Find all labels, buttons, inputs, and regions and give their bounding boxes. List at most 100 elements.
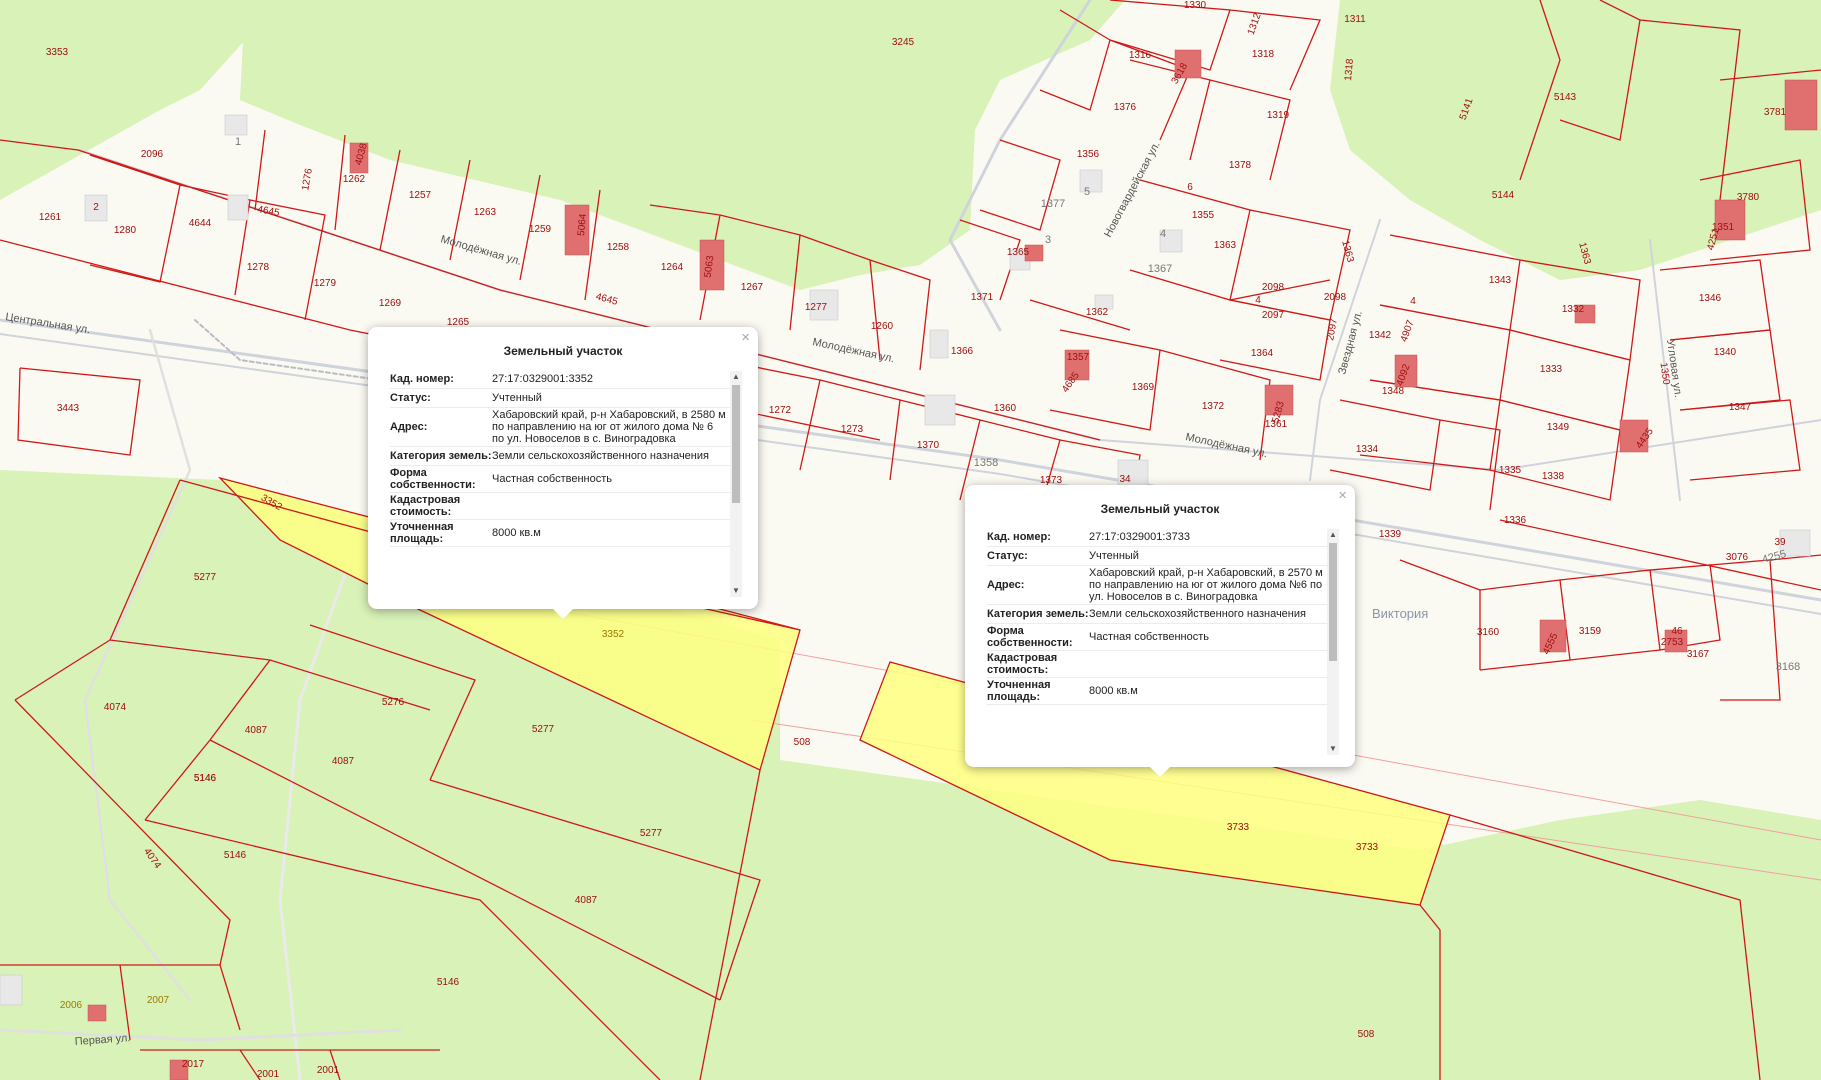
- parcel-label: 1348: [1382, 386, 1405, 397]
- street-molodezhnaya-label-2: Молодёжная ул.: [811, 336, 895, 365]
- scroll-thumb[interactable]: [732, 385, 740, 503]
- parcel-label: 6: [1187, 182, 1193, 193]
- parcel-label: 4: [1160, 228, 1166, 240]
- parcel-label: 1360: [994, 403, 1017, 414]
- close-icon[interactable]: ×: [1338, 488, 1347, 503]
- parcel-label: 39: [1774, 537, 1786, 548]
- green-areas: [0, 0, 1821, 1080]
- attr-row-area: Уточненная площадь: 8000 кв.м: [987, 678, 1331, 705]
- attr-row-address: Адрес: Хабаровский край, р-н Хабаровский,…: [987, 566, 1331, 605]
- parcel-label: 1367: [1148, 263, 1172, 275]
- parcel-label: 1259: [529, 224, 552, 235]
- parcel-label: 2098: [1324, 292, 1347, 303]
- attr-row-address: Адрес: Хабаровский край, р-н Хабаровский,…: [390, 408, 734, 447]
- parcel-label: 5143: [1554, 92, 1577, 103]
- parcel-label: 1377: [1041, 198, 1065, 210]
- parcel-label: 1369: [1132, 382, 1155, 393]
- attr-row-status: Статус: Учтенный: [987, 547, 1331, 566]
- attr-row-area: Уточненная площадь: 8000 кв.м: [390, 520, 734, 547]
- parcel-label: 1330: [1184, 0, 1207, 11]
- parcel-label: 1332: [1562, 304, 1585, 315]
- place-victoria-label: Виктория: [1372, 606, 1428, 621]
- popup-title: Земельный участок: [1100, 502, 1220, 516]
- parcel-label: 1340: [1714, 347, 1737, 358]
- attr-row-ownership: Форма собственности: Частная собственност…: [390, 466, 734, 493]
- parcel-label: 1319: [1267, 110, 1290, 121]
- street-novogvardeiskaya-label: Новогвардейская ул.: [1102, 140, 1163, 240]
- parcel-label: 1257: [409, 190, 432, 201]
- parcel-label: 4645: [257, 204, 281, 219]
- attr-row-land-category: Категория земель: Земли сельскохозяйствен…: [390, 447, 734, 466]
- parcel-label: 5146: [194, 773, 217, 784]
- attr-row-cad-cost: Кадастровая стоимость:: [390, 493, 734, 520]
- close-icon[interactable]: ×: [741, 330, 750, 345]
- popup-scrollbar[interactable]: ▲ ▼: [730, 371, 742, 597]
- parcel-label: 1318: [1252, 49, 1275, 60]
- attr-row-status: Статус: Учтенный: [390, 389, 734, 408]
- attr-row-cad-cost: Кадастровая стоимость:: [987, 651, 1331, 678]
- parcel-label: 5146: [224, 850, 247, 861]
- parcel-label: 1333: [1540, 364, 1563, 375]
- parcel-label: 4087: [245, 725, 268, 736]
- parcel-label: 508: [794, 737, 811, 748]
- parcel-label: 1312: [1246, 11, 1264, 36]
- parcel-label: 5064: [576, 213, 589, 237]
- parcel-label: 2006: [60, 1000, 83, 1011]
- parcel-label: 4255: [1761, 548, 1788, 566]
- parcel-label: 1338: [1542, 471, 1565, 482]
- parcel-label: 3443: [57, 403, 80, 414]
- parcel-label: 1343: [1489, 275, 1512, 286]
- parcel-label: 1357: [1067, 352, 1090, 363]
- parcel-label: 1276: [300, 167, 315, 191]
- scroll-up-icon[interactable]: ▲: [1327, 529, 1339, 541]
- parcel-label: 1261: [39, 212, 62, 223]
- parcel-label: 2753: [1661, 637, 1684, 648]
- parcel-label: 4645: [594, 291, 619, 307]
- scroll-thumb[interactable]: [1329, 543, 1337, 661]
- parcel-label: 1278: [247, 262, 270, 273]
- scroll-down-icon[interactable]: ▼: [730, 585, 742, 597]
- parcel-label: 3168: [1776, 661, 1800, 673]
- parcel-label: 1269: [379, 298, 402, 309]
- scroll-up-icon[interactable]: ▲: [730, 371, 742, 383]
- parcel-label: 34: [1119, 474, 1131, 485]
- parcel-label: 4074: [104, 702, 127, 713]
- popup-title: Земельный участок: [503, 344, 623, 358]
- parcel-label: 5277: [640, 828, 663, 839]
- parcel-label: 3245: [892, 37, 915, 48]
- parcel-label: 1362: [1086, 307, 1109, 318]
- parcel-label: 5146: [437, 977, 460, 988]
- parcel-label: 1335: [1499, 465, 1522, 476]
- parcel-label: 1358: [974, 457, 998, 469]
- attr-row-cad-number: Кад. номер: 27:17:0329001:3733: [987, 528, 1331, 547]
- parcel-label: 1260: [871, 321, 894, 332]
- parcel-label: 3733: [1227, 822, 1250, 833]
- cadastral-map[interactable]: 3353324513301311131636181318514337811376…: [0, 0, 1821, 1080]
- parcel-label: 4644: [189, 218, 212, 229]
- parcel-label: 1355: [1192, 210, 1215, 221]
- parcel-label: 5144: [1492, 190, 1515, 201]
- parcel-label: 3780: [1737, 192, 1760, 203]
- popup-attributes[interactable]: Кад. номер: 27:17:0329001:3352 Статус: Учт…: [390, 370, 734, 599]
- parcel-label: 2098: [1262, 282, 1285, 293]
- parcel-label: 4: [1255, 295, 1261, 306]
- parcel-label: 1318: [1343, 58, 1356, 82]
- parcel-label: 1339: [1379, 529, 1402, 540]
- parcel-label: 3353: [46, 47, 69, 58]
- parcel-label: 5: [1084, 186, 1090, 198]
- parcel-info-popup-3352[interactable]: × Земельный участок Кад. номер: 27:17:032…: [368, 327, 758, 619]
- parcel-label: 1346: [1699, 293, 1722, 304]
- parcel-label: 1336: [1504, 515, 1527, 526]
- parcel-label: 1366: [951, 346, 974, 357]
- parcel-label: 508: [1358, 1029, 1375, 1040]
- parcel-label: 1347: [1729, 402, 1752, 413]
- parcel-label: 2007: [147, 995, 170, 1006]
- popup-scrollbar[interactable]: ▲ ▼: [1327, 529, 1339, 755]
- parcel-label: 1262: [343, 174, 366, 185]
- popup-attributes[interactable]: Кад. номер: 27:17:0329001:3733 Статус: Учт…: [987, 528, 1331, 757]
- parcel-label: 1277: [805, 302, 828, 313]
- scroll-down-icon[interactable]: ▼: [1327, 743, 1339, 755]
- parcel-info-popup-3733[interactable]: × Земельный участок Кад. номер: 27:17:032…: [965, 485, 1355, 777]
- parcel-label: 3: [1045, 234, 1051, 246]
- parcel-label: 1372: [1202, 401, 1225, 412]
